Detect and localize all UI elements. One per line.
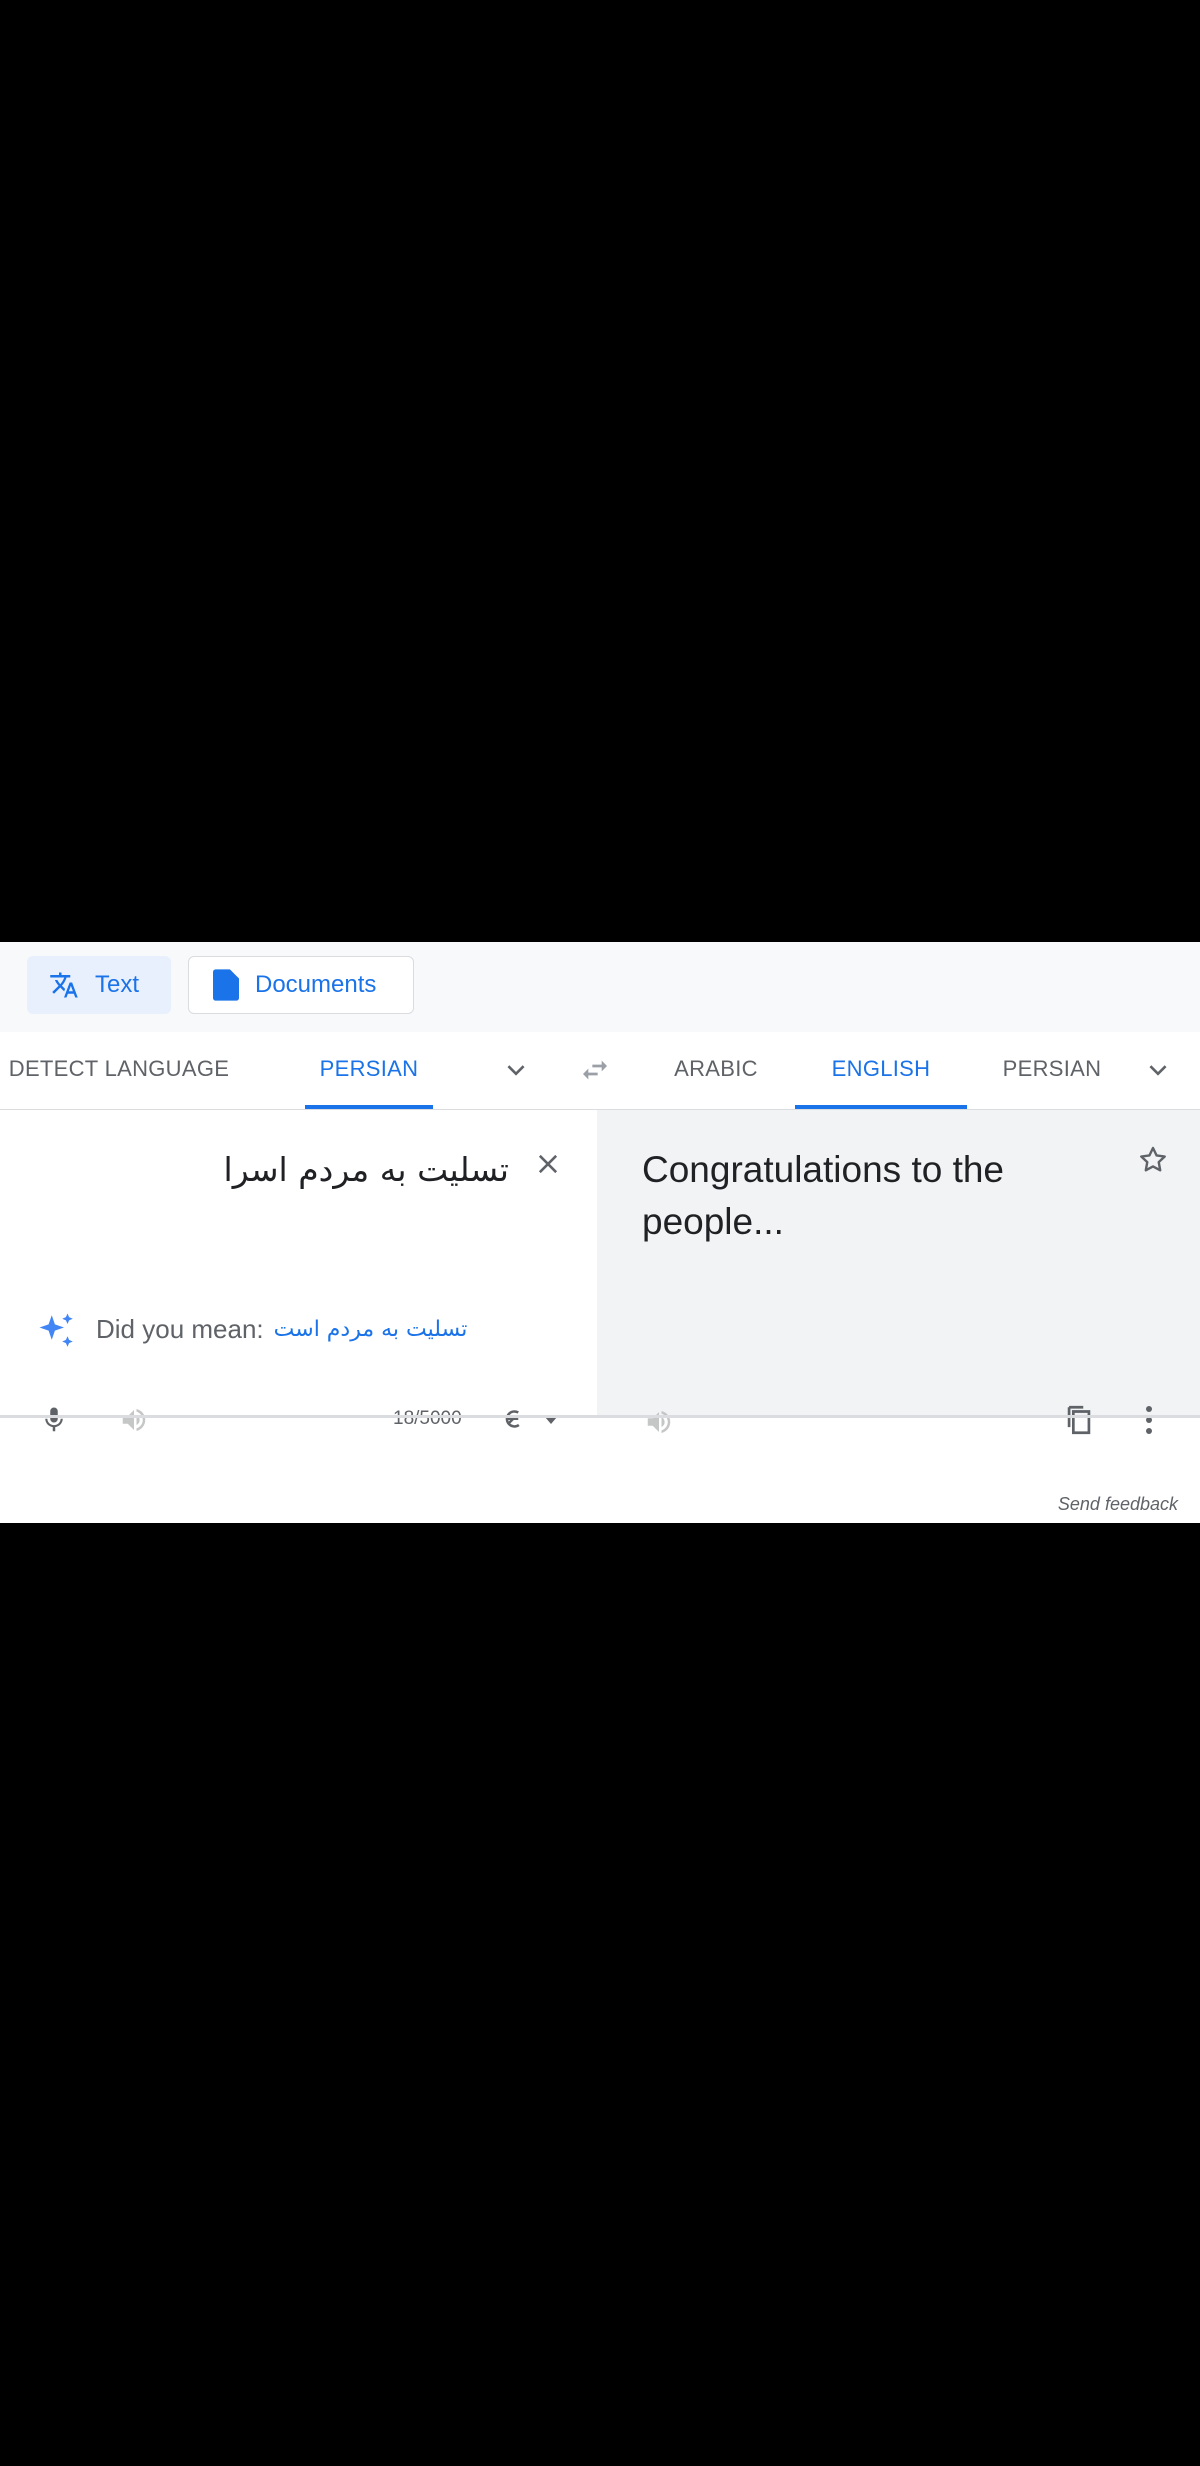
- voice-input-button[interactable]: [34, 1400, 74, 1440]
- text-mode-button[interactable]: Text: [27, 956, 171, 1014]
- document-icon: [213, 969, 239, 1001]
- listen-translation-button[interactable]: [639, 1402, 679, 1442]
- character-count: 18/5000: [393, 1408, 462, 1429]
- more-vert-icon: [1146, 1406, 1152, 1434]
- translation-text: Congratulations to the people...: [642, 1149, 1005, 1242]
- send-feedback-link[interactable]: Send feedback: [1058, 1494, 1178, 1515]
- translate-icon: [50, 972, 78, 998]
- text-mode-label: Text: [95, 971, 140, 998]
- star-icon: [1140, 1146, 1166, 1172]
- close-icon: [538, 1154, 558, 1174]
- detect-language-tab[interactable]: DETECT LANGUAGE: [0, 1032, 238, 1109]
- chevron-down-icon: [1149, 1065, 1167, 1076]
- handwriting-input-button[interactable]: [492, 1400, 532, 1440]
- source-pane[interactable]: تسلیت به مردم اسرا Did you mean: تسلیت ب…: [0, 1110, 597, 1432]
- swap-languages-button[interactable]: [575, 1050, 615, 1090]
- translation-pane: Congratulations to the people...: [597, 1110, 1200, 1435]
- microphone-icon: [45, 1407, 63, 1432]
- source-text-input[interactable]: تسلیت به مردم اسرا: [224, 1150, 509, 1189]
- speaker-icon: [647, 1411, 671, 1433]
- source-lang-dropdown-button[interactable]: [496, 1050, 536, 1090]
- mode-toolbar: Text Documents: [0, 942, 1200, 1033]
- language-bar: DETECT LANGUAGE PERSIAN ARABIC ENGLISH P…: [0, 1032, 1200, 1110]
- documents-mode-button[interactable]: Documents: [188, 956, 414, 1014]
- target-lang-persian-tab[interactable]: PERSIAN: [990, 1032, 1114, 1109]
- source-lang-persian-tab[interactable]: PERSIAN: [305, 1032, 433, 1109]
- swap-icon: [583, 1060, 607, 1080]
- copy-icon: [1067, 1405, 1091, 1435]
- speaker-icon: [122, 1409, 146, 1431]
- handwriting-icon: [505, 1410, 520, 1428]
- translate-panel: Text Documents DETECT LANGUAGE PERSIAN A…: [0, 942, 1200, 1523]
- target-lang-dropdown-button[interactable]: [1138, 1050, 1178, 1090]
- chevron-down-icon: [507, 1065, 525, 1076]
- listen-source-button[interactable]: [114, 1400, 154, 1440]
- panel-divider: [0, 1415, 1200, 1418]
- target-lang-arabic-tab[interactable]: ARABIC: [660, 1032, 772, 1109]
- did-you-mean: Did you mean: تسلیت به مردم است: [96, 1314, 467, 1345]
- input-tools-dropdown[interactable]: [538, 1400, 564, 1440]
- target-lang-english-tab[interactable]: ENGLISH: [795, 1032, 967, 1109]
- copy-translation-button[interactable]: [1057, 1398, 1101, 1442]
- suggestion-link[interactable]: تسلیت به مردم است: [274, 1317, 468, 1342]
- save-translation-button[interactable]: [1131, 1138, 1175, 1182]
- clear-source-button[interactable]: [528, 1144, 568, 1184]
- more-options-button[interactable]: [1129, 1398, 1169, 1442]
- documents-mode-label: Documents: [255, 971, 377, 998]
- did-you-mean-label: Did you mean:: [96, 1314, 264, 1344]
- sparkle-icon: [39, 1313, 73, 1347]
